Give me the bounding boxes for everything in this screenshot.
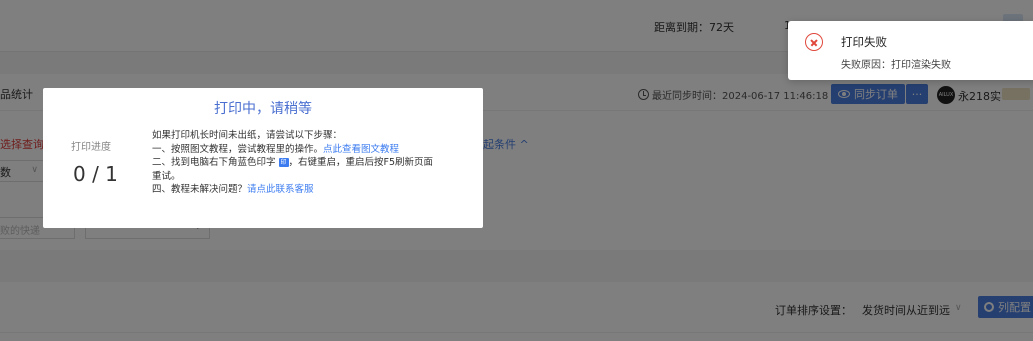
step-2-text: 二、找到电脑右下角蓝色印字 — [152, 157, 276, 168]
notification-title: 打印失败 — [841, 35, 887, 49]
step-1-text: 一、按照图文教程，尝试教程里的操作。 — [152, 143, 324, 155]
troubleshoot-steps: 如果打印机长时间未出纸，请尝试以下步骤： 一、按照图文教程，尝试教程里的操作。点… — [152, 129, 477, 197]
close-circle-icon — [805, 33, 823, 51]
step-4-text: 四、教程未解决问题？ — [152, 184, 248, 195]
step-2-text-b: ，右键重启，重启后按F5刷新页面 — [288, 157, 434, 168]
steps-intro: 如果打印机长时间未出纸，请尝试以下步骤： — [152, 130, 343, 141]
print-tray-icon: 印 — [278, 158, 289, 167]
step-2-cont: 重试。 — [152, 170, 181, 182]
print-progress-modal: 打印中，请稍等 打印进度 0 / 1 如果打印机长时间未出纸，请尝试以下步骤： … — [43, 88, 483, 228]
progress-label: 打印进度 — [71, 142, 111, 153]
contact-support-link[interactable]: 请点此联系客服 — [247, 184, 314, 195]
step-2: 二、找到电脑右下角蓝色印字 印，右键重启，重启后按F5刷新页面 — [152, 156, 477, 170]
step-1: 一、按照图文教程，尝试教程里的操作。点此查看图文教程 — [152, 143, 477, 157]
step-4: 四、教程未解决问题？请点此联系客服 — [152, 183, 477, 197]
progress-value: 0 / 1 — [73, 162, 118, 186]
notification-message: 失败原因：打印渲染失败 — [841, 60, 951, 71]
modal-title: 打印中，请稍等 — [214, 101, 312, 117]
tutorial-link[interactable]: 点此查看图文教程 — [323, 144, 399, 155]
error-notification: 打印失败 失败原因：打印渲染失败 — [788, 21, 1033, 80]
